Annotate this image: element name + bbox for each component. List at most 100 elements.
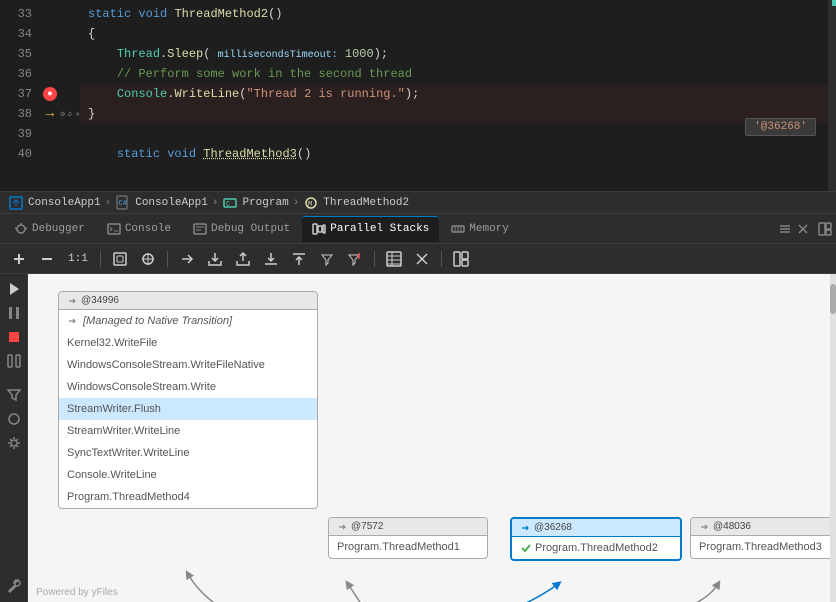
scroll-thumb[interactable]	[830, 284, 836, 314]
node-34996-header: @34996	[59, 292, 317, 310]
gutter-35	[40, 44, 60, 64]
code-line-36: // Perform some work in the second threa…	[80, 64, 836, 84]
more-button[interactable]	[450, 248, 472, 270]
gutter-40	[40, 144, 60, 164]
table-button[interactable]	[383, 248, 405, 270]
cs-file-icon: C#	[115, 195, 131, 211]
sidebar-wrench-icon[interactable]	[3, 576, 25, 598]
sidebar-settings-icon[interactable]	[3, 432, 25, 454]
output-icon	[193, 222, 207, 236]
filter1-button[interactable]	[316, 248, 338, 270]
center-button[interactable]	[137, 248, 159, 270]
node-item-kernel32[interactable]: Kernel32.WriteFile	[59, 332, 317, 354]
breakpoint-icon: ●	[43, 87, 57, 101]
filter2-button[interactable]	[344, 248, 366, 270]
plus-icon	[11, 251, 27, 267]
up-button[interactable]	[288, 248, 310, 270]
line-num-38: 38	[0, 104, 32, 124]
line-num-33: 33	[0, 4, 32, 24]
panel-close-icon[interactable]	[796, 222, 810, 236]
gutter-38: →	[40, 104, 60, 124]
scroll-right[interactable]	[830, 274, 836, 602]
step-back-icon	[60, 107, 65, 121]
breadcrumb-project: ConsoleApp1	[28, 197, 101, 209]
line-num-40: 40	[0, 144, 32, 164]
line-num-35: 35	[0, 44, 32, 64]
up-icon	[291, 251, 307, 267]
code-content: static void ThreadMethod2() { Thread.Sle…	[80, 0, 836, 191]
stack-node-36268: @36268 Program.ThreadMethod2	[510, 517, 682, 561]
sidebar-circle-icon[interactable]	[3, 408, 25, 430]
stack-node-48036: @48036 Program.ThreadMethod3	[690, 517, 836, 559]
close-panel-icon	[414, 251, 430, 267]
tab-parallel-stacks[interactable]: Parallel Stacks	[302, 216, 439, 242]
console-icon	[107, 222, 121, 236]
tab-bar: Debugger Console Debug Output Parallel S…	[0, 214, 836, 244]
node-item-program-tm4[interactable]: Program.ThreadMethod4	[59, 486, 317, 508]
left-sidebar	[0, 274, 28, 602]
node-36268-header: @36268	[512, 519, 680, 537]
line-num-34: 34	[0, 24, 32, 44]
sidebar-pause-icon[interactable]	[3, 302, 25, 324]
minimap	[828, 0, 836, 191]
node-item-program-tm1[interactable]: Program.ThreadMethod1	[329, 536, 487, 558]
eg-37	[60, 84, 80, 104]
layout-icon[interactable]	[818, 222, 832, 236]
node-item-stw-writeline[interactable]: SyncTextWriter.WriteLine	[59, 442, 317, 464]
tab-debugger[interactable]: Debugger	[4, 216, 95, 242]
memory-icon	[451, 222, 465, 236]
tab-debug-output[interactable]: Debug Output	[183, 216, 300, 242]
node-34996-id: @34996	[81, 295, 119, 306]
share-icon	[179, 251, 195, 267]
overflow-icon[interactable]	[778, 222, 792, 236]
down-icon	[263, 251, 279, 267]
node-item-sw-writeline[interactable]: StreamWriter.WriteLine	[59, 420, 317, 442]
center-icon	[140, 251, 156, 267]
down-button[interactable]	[260, 248, 282, 270]
refresh-icon	[67, 107, 72, 121]
node-item-program-tm3[interactable]: Program.ThreadMethod3	[691, 536, 836, 558]
node-item-managed-transition[interactable]: [Managed to Native Transition]	[59, 310, 317, 332]
fit-icon	[112, 251, 128, 267]
sidebar-stop-icon[interactable]	[3, 326, 25, 348]
zoom-label: 1:1	[64, 253, 92, 265]
node-arrow-icon	[67, 296, 77, 306]
zoom-out-button[interactable]	[36, 248, 58, 270]
node-7572-arrow-icon	[337, 522, 347, 532]
sidebar-step-icon[interactable]	[3, 350, 25, 372]
close-panel-button[interactable]	[411, 248, 433, 270]
node-7572-id: @7572	[351, 521, 383, 532]
minimap-marker	[832, 0, 836, 6]
gutter: ● →	[40, 0, 60, 191]
share-button[interactable]	[176, 248, 198, 270]
tab-memory[interactable]: Memory	[441, 216, 519, 242]
code-line-38: }	[80, 104, 836, 124]
node-36268-id: @36268	[534, 522, 572, 533]
node-item-wcs-write[interactable]: WindowsConsoleStream.Write	[59, 376, 317, 398]
zoom-in-button[interactable]	[8, 248, 30, 270]
sidebar-play-icon[interactable]	[3, 278, 25, 300]
node-48036-header: @48036	[691, 518, 836, 536]
fit-button[interactable]	[109, 248, 131, 270]
sidebar-filter-icon[interactable]	[3, 384, 25, 406]
node-item-wcs-native[interactable]: WindowsConsoleStream.WriteFileNative	[59, 354, 317, 376]
stacks-icon	[312, 222, 326, 236]
import-up-icon	[235, 251, 251, 267]
tab-console[interactable]: Console	[97, 216, 181, 242]
code-line-40: static void ThreadMethod3()	[80, 144, 836, 164]
node-item-program-tm2[interactable]: Program.ThreadMethod2	[512, 537, 680, 559]
class-icon: C	[222, 195, 238, 211]
code-line-35: Thread.Sleep( millisecondsTimeout: 1000)…	[80, 44, 836, 64]
tab-console-label: Console	[125, 223, 171, 235]
eg-40	[60, 144, 80, 164]
node-item-sw-flush[interactable]: StreamWriter.Flush	[59, 398, 317, 420]
more-icon	[453, 251, 469, 267]
node-item-console-writeline[interactable]: Console.WriteLine	[59, 464, 317, 486]
svg-text:C: C	[226, 201, 230, 209]
gutter-37: ●	[40, 84, 60, 104]
svg-text:C#: C#	[119, 200, 127, 208]
code-line-37: Console.WriteLine("Thread 2 is running."…	[80, 84, 836, 104]
export-button[interactable]	[204, 248, 226, 270]
filter1-icon	[319, 251, 335, 267]
import-up-button[interactable]	[232, 248, 254, 270]
